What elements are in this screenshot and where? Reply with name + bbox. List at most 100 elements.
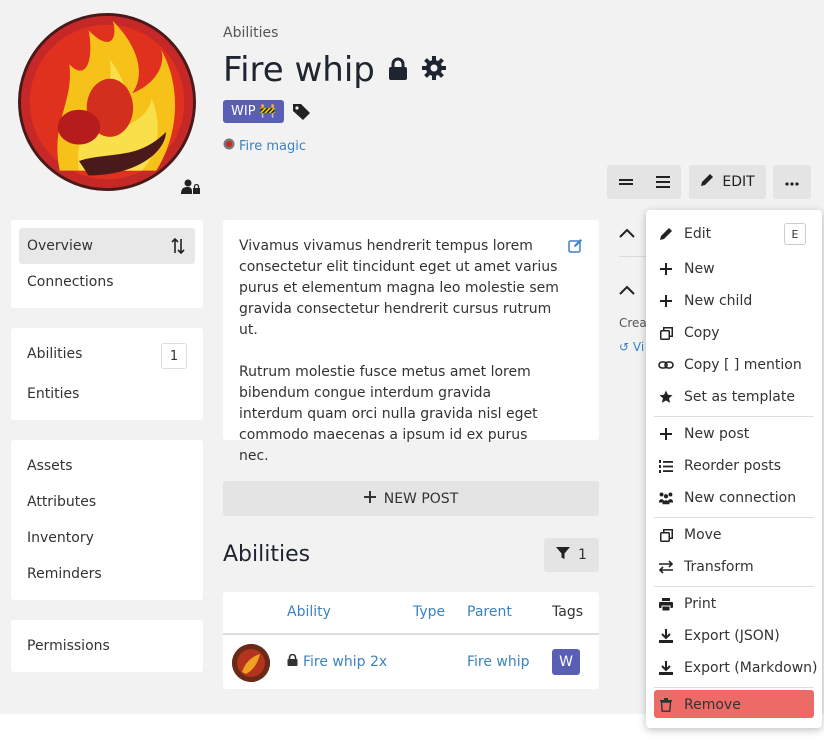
history-icon: ↺ xyxy=(619,340,630,354)
ellipsis-icon xyxy=(785,174,799,190)
sidebar-group-children: Abilities 1 Entities xyxy=(11,328,203,420)
pencil-icon xyxy=(700,173,714,191)
menu-item-remove[interactable]: Remove xyxy=(658,695,741,715)
plus-icon xyxy=(363,490,376,507)
menu-item-set-as-template[interactable]: Set as template xyxy=(658,387,795,407)
column-header-tags: Tags xyxy=(552,604,583,620)
menu-divider xyxy=(654,687,814,688)
sidebar-group-extras: Assets Attributes Inventory Reminders xyxy=(11,440,203,600)
menu-item-new-child[interactable]: New child xyxy=(658,291,752,311)
tag-badge[interactable]: W xyxy=(552,649,580,675)
filter-count: 1 xyxy=(578,547,587,563)
menu-divider xyxy=(654,416,814,417)
menu-item-label: Edit xyxy=(684,226,712,242)
menu-item-label: New post xyxy=(684,426,750,442)
menu-item-label: New child xyxy=(684,293,753,309)
plus-icon xyxy=(658,295,674,307)
menu-item-label: Transform xyxy=(684,559,754,575)
menu-item-print[interactable]: Print xyxy=(658,594,716,614)
menu-item-label: Print xyxy=(684,596,717,612)
column-header-ability[interactable]: Ability xyxy=(287,604,331,620)
sidebar-item-inventory[interactable]: Inventory xyxy=(27,530,94,546)
ability-parent-link[interactable]: Fire whip xyxy=(467,654,530,670)
menu-item-new-post[interactable]: New post xyxy=(658,424,749,444)
abilities-table: Ability Type Parent Tags Fire whip 2x Fi… xyxy=(223,592,599,689)
lock-icon xyxy=(387,50,409,90)
sidebar-item-connections[interactable]: Connections xyxy=(27,274,114,290)
edit-button[interactable]: EDIT xyxy=(689,165,766,199)
created-label: Crea xyxy=(619,316,647,330)
menu-item-edit[interactable]: Edit xyxy=(658,224,711,244)
shortcut-key: E xyxy=(784,223,806,245)
page-title: Fire whip xyxy=(223,50,447,90)
menu-item-new-connection[interactable]: New connection xyxy=(658,488,796,508)
lock-icon xyxy=(287,653,298,670)
menu-item-transform[interactable]: Transform xyxy=(658,557,754,577)
breadcrumb[interactable]: Abilities xyxy=(223,25,278,41)
filter-button[interactable]: 1 xyxy=(544,538,599,572)
menu-item-label: Copy [ ] mention xyxy=(684,357,802,373)
entry-paragraph: Rutrum molestie fusce metus amet lorem b… xyxy=(239,364,538,464)
layout-list-icon[interactable] xyxy=(644,176,681,188)
sidebar-group-main: Overview Connections xyxy=(11,220,203,308)
menu-item-move[interactable]: Move xyxy=(658,525,722,545)
abilities-count-badge: 1 xyxy=(161,343,187,369)
copy-icon xyxy=(658,326,674,340)
ability-thumbnail[interactable] xyxy=(232,644,270,682)
sidebar-group-permissions: Permissions xyxy=(11,620,203,672)
menu-item-reorder-posts[interactable]: Reorder posts xyxy=(658,456,781,476)
entity-name: Fire whip xyxy=(223,50,375,90)
table-row[interactable]: Fire whip 2x xyxy=(287,653,387,670)
menu-item-label: Reorder posts xyxy=(684,458,782,474)
menu-item-label: Move xyxy=(684,527,722,543)
new-post-label: NEW POST xyxy=(383,490,459,507)
tag-icon[interactable] xyxy=(292,103,312,121)
menu-item-label: Export (Markdown) xyxy=(684,660,818,676)
layout-compact-icon[interactable] xyxy=(607,177,644,187)
fire-magic-thumb-icon xyxy=(223,138,235,154)
sidebar-item-assets[interactable]: Assets xyxy=(27,458,73,474)
download-icon xyxy=(658,629,674,643)
sidebar-item-reminders[interactable]: Reminders xyxy=(27,566,102,582)
sidebar-item-attributes[interactable]: Attributes xyxy=(27,494,96,510)
menu-item-label: Remove xyxy=(684,697,741,713)
menu-item-label: Export (JSON) xyxy=(684,628,780,644)
menu-item-label: Copy xyxy=(684,325,720,341)
column-header-parent[interactable]: Parent xyxy=(467,604,512,620)
user-lock-icon[interactable] xyxy=(181,179,201,195)
column-header-type[interactable]: Type xyxy=(413,604,445,620)
menu-item-copy[interactable]: Copy xyxy=(658,323,720,343)
reorder-icon[interactable] xyxy=(171,237,185,258)
menu-item-export-json[interactable]: Export (JSON) xyxy=(658,626,780,646)
plus-icon xyxy=(658,428,674,440)
menu-item-label: Set as template xyxy=(684,389,795,405)
menu-item-new[interactable]: New xyxy=(658,259,715,279)
sidebar-item-permissions[interactable]: Permissions xyxy=(27,638,110,654)
sidebar-item-overview[interactable]: Overview xyxy=(27,238,93,254)
sidebar-item-abilities[interactable]: Abilities xyxy=(27,346,82,362)
gear-icon[interactable] xyxy=(421,50,447,90)
menu-divider xyxy=(654,586,814,587)
print-icon xyxy=(658,597,674,611)
more-actions-button[interactable] xyxy=(773,165,811,199)
filter-icon xyxy=(556,546,571,564)
divider xyxy=(619,256,649,257)
edit-entry-icon[interactable] xyxy=(568,238,583,260)
wip-badge[interactable]: WIP 🚧 xyxy=(223,100,284,123)
parent-link[interactable]: Fire magic xyxy=(223,138,306,154)
people-icon xyxy=(658,491,674,505)
history-link[interactable]: ↺ Vi xyxy=(619,340,644,354)
download-icon xyxy=(658,661,674,675)
menu-divider xyxy=(654,517,814,518)
move-icon xyxy=(658,528,674,542)
abilities-heading: Abilities xyxy=(223,542,311,567)
sidebar-item-entities[interactable]: Entities xyxy=(27,386,79,402)
new-post-button[interactable]: NEW POST xyxy=(223,481,599,516)
link-icon xyxy=(658,359,674,371)
entity-avatar[interactable] xyxy=(18,13,196,191)
edit-button-label: EDIT xyxy=(722,174,755,190)
ability-name-link[interactable]: Fire whip 2x xyxy=(303,654,387,670)
menu-item-copy-mention[interactable]: Copy [ ] mention xyxy=(658,355,802,375)
plus-icon xyxy=(658,263,674,275)
menu-item-export-markdown[interactable]: Export (Markdown) xyxy=(658,658,818,678)
